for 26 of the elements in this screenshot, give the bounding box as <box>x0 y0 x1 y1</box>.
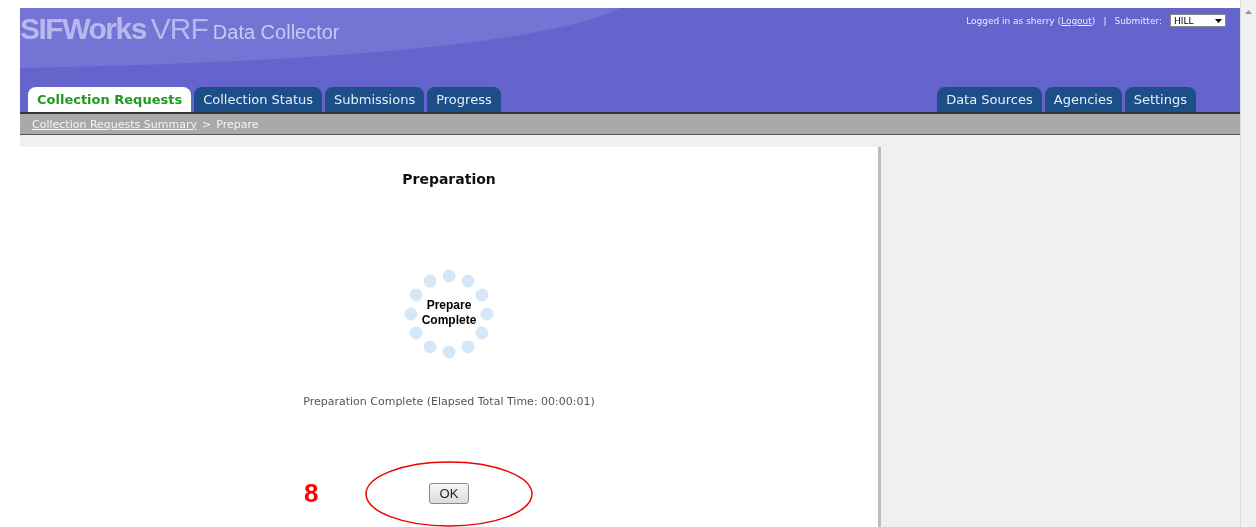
breadcrumb-separator: > <box>202 117 212 131</box>
ok-button[interactable]: OK <box>428 483 470 505</box>
nav-tab[interactable]: Collection Status <box>194 87 323 112</box>
logo-brand: SIFWorks <box>20 12 146 46</box>
panel-title: Preparation <box>402 171 496 187</box>
submitter-select[interactable]: HILL <box>1170 14 1226 27</box>
step-number: 8 <box>304 478 319 510</box>
login-status: Logged in as sherry (Logout) <box>966 15 1096 26</box>
logo-product: VRF <box>150 12 208 46</box>
separator: | <box>1103 15 1107 26</box>
breadcrumb-current: Prepare <box>216 117 259 131</box>
nav-tab[interactable]: Data Sources <box>937 87 1042 112</box>
nav-tab[interactable]: Agencies <box>1044 87 1122 112</box>
spinner-label: Prepare Complete <box>421 298 477 329</box>
nav-tab[interactable]: Progress <box>427 87 501 112</box>
logo-subtitle: Data Collector <box>212 21 340 44</box>
scrollbar[interactable] <box>1240 0 1256 527</box>
nav-tab[interactable]: Submissions <box>325 87 425 112</box>
logout-link[interactable]: Logout <box>1061 15 1092 26</box>
dropdown-arrow-icon <box>1215 18 1222 23</box>
status-message: Preparation Complete (Elapsed Total Time: 00:00:01) <box>303 395 595 409</box>
submitter-label: Submitter: <box>1114 15 1162 26</box>
scroll-up-icon[interactable] <box>1245 10 1252 14</box>
spinner-icon <box>404 269 494 359</box>
nav-tab[interactable]: Settings <box>1124 87 1196 112</box>
nav-tab[interactable]: Collection Requests <box>28 87 192 112</box>
